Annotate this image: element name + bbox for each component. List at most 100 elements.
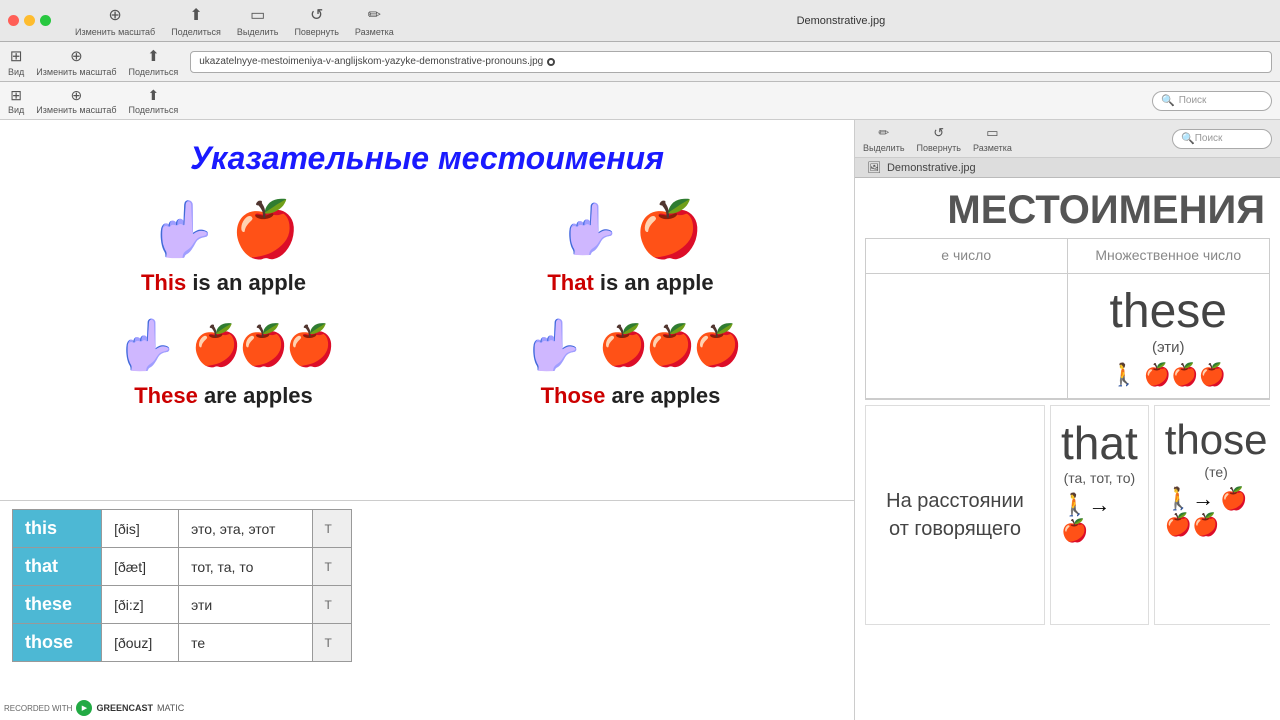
minimize-button[interactable]: [24, 15, 35, 26]
those-phonetic: [ðouz]: [102, 624, 179, 662]
that-large-word: that: [1061, 416, 1138, 470]
hand-pointer-those: 👆: [522, 316, 584, 375]
pronoun-table: this [ðis] это, эта, этот T that [ðæt] т…: [12, 509, 352, 662]
table-row: those [ðouz] те T: [13, 624, 352, 662]
right-markup-button[interactable]: ▭ Разметка: [973, 125, 1012, 153]
url-bar[interactable]: ukazatelnyye-mestoimeniya-v-anglijskom-y…: [190, 51, 1272, 73]
third-toolbar: ⊞ Вид ⊕ Изменить масштаб ⬆ Поделиться 🔍 …: [0, 82, 1280, 120]
zoom3-button[interactable]: ⊕ Изменить масштаб: [36, 87, 116, 115]
singular-header-cell: е число: [866, 239, 1068, 274]
select-button[interactable]: ▭ Выделить: [237, 5, 279, 37]
those-russian: те: [179, 624, 312, 662]
bottom-right-area: На расстоянии от говорящего that (та, то…: [865, 405, 1270, 625]
this-right-cell: [866, 274, 1068, 399]
this-rest: is an apple: [192, 270, 306, 295]
zoom2-button[interactable]: ⊕ Изменить масштаб: [36, 47, 116, 77]
window-controls[interactable]: [8, 15, 51, 26]
these-word: These: [134, 383, 198, 408]
right-select-icon: ✏: [878, 125, 889, 141]
zoom-button[interactable]: ⊕ Изменить масштаб: [75, 5, 155, 37]
this-abbr: T: [312, 510, 351, 548]
markup-button[interactable]: ✏ Разметка: [355, 5, 394, 37]
image-title: Указательные местоимения: [190, 140, 664, 177]
those-translation: (те): [1204, 464, 1227, 480]
share2-button[interactable]: ⬆ Поделиться: [129, 47, 179, 77]
view3-button[interactable]: ⊞ Вид: [8, 87, 24, 115]
these-rest: are apples: [204, 383, 313, 408]
window-title: Demonstrative.jpg: [410, 15, 1272, 27]
those-figure: 🚶→ 🍎🍎🍎: [1165, 486, 1268, 538]
right-toolbar: ✏ Выделить ↺ Повернуть ▭ Разметка 🔍 Поис…: [855, 120, 1280, 158]
share-button[interactable]: ⬆ Поделиться: [171, 5, 221, 37]
file-tab: 🖼 Demonstrative.jpg: [855, 158, 1280, 178]
cursor-indicator: [547, 58, 555, 66]
right-search-placeholder: Поиск: [1195, 133, 1223, 144]
rotate-button[interactable]: ↺ Повернуть: [294, 5, 338, 37]
plural-header-cell: Множественное число: [1068, 239, 1270, 274]
these-large-word: these: [1110, 284, 1227, 339]
search-icon: 🔍: [1161, 94, 1175, 107]
maximize-button[interactable]: [40, 15, 51, 26]
plural-label: Множественное число: [1095, 247, 1241, 263]
table-row: this [ðis] это, эта, этот T: [13, 510, 352, 548]
view-button[interactable]: ⊞ Вид: [8, 47, 24, 77]
share2-icon: ⬆: [147, 47, 160, 65]
those-caption: Those are apples: [541, 383, 721, 409]
file-icon: 🖼: [867, 161, 881, 174]
image-content: Указательные местоимения 👆 🍎 This is an …: [0, 120, 854, 500]
right-header: МЕСТОИМЕНИЯ: [860, 183, 1275, 238]
right-select-label: Выделить: [863, 143, 905, 153]
those-large-word: those: [1165, 416, 1268, 464]
main-content: Указательные местоимения 👆 🍎 This is an …: [0, 120, 1280, 720]
those-rest: are apples: [612, 383, 721, 408]
bottom-table-area: this [ðis] это, эта, этот T that [ðæt] т…: [0, 500, 854, 720]
these-translation: (эти): [1152, 339, 1185, 356]
apple-that: 🍎: [635, 197, 703, 262]
singular-label: е число: [941, 247, 991, 263]
right-markup-icon: ▭: [986, 125, 998, 141]
zoom3-icon: ⊕: [71, 87, 83, 104]
table-row: these [ði:z] эти T: [13, 586, 352, 624]
example-those: 👆 🍎🍎🍎 Those are apples: [437, 316, 824, 409]
those-word: Those: [541, 383, 606, 408]
those-abbr: T: [312, 624, 351, 662]
search-placeholder: Поиск: [1179, 95, 1207, 106]
that-word: That: [547, 270, 593, 295]
example-that: 👆 🍎 That is an apple: [437, 197, 824, 296]
these-russian: эти: [179, 586, 312, 624]
right-select-button[interactable]: ✏ Выделить: [863, 125, 905, 153]
that-abbr: T: [312, 548, 351, 586]
that-phonetic: [ðæt]: [102, 548, 179, 586]
these-caption: These are apples: [134, 383, 313, 409]
this-visual: 👆 🍎: [148, 197, 300, 262]
right-search-bar[interactable]: 🔍 Поиск: [1172, 129, 1272, 149]
example-this: 👆 🍎 This is an apple: [30, 197, 417, 296]
that-visual: 👆 🍎: [558, 197, 704, 262]
share3-button[interactable]: ⬆ Поделиться: [129, 87, 179, 115]
close-button[interactable]: [8, 15, 19, 26]
this-word: This: [141, 270, 186, 295]
that-caption: That is an apple: [547, 270, 713, 296]
right-image-content: МЕСТОИМЕНИЯ е число Множественное число: [855, 178, 1280, 720]
right-rotate-button[interactable]: ↺ Повернуть: [917, 125, 961, 153]
url-text: ukazatelnyye-mestoimeniya-v-anglijskom-y…: [199, 56, 543, 67]
greencast-brand: GREENCAST: [96, 703, 153, 713]
hand-pointer-this: 👆: [148, 197, 216, 262]
share-icon: ⬆: [189, 5, 202, 25]
examples-grid: 👆 🍎 This is an apple 👆 🍎 That: [30, 197, 824, 409]
this-russian: это, эта, этот: [179, 510, 312, 548]
select-icon: ▭: [250, 5, 265, 25]
these-abbr: T: [312, 586, 351, 624]
share3-icon: ⬆: [147, 87, 159, 104]
these-right-cell: these (эти) 🚶 🍎🍎🍎: [1068, 274, 1270, 399]
these-cell: these: [13, 586, 102, 624]
right-search-icon: 🔍: [1181, 132, 1195, 145]
these-phonetic: [ði:z]: [102, 586, 179, 624]
that-right-cell: that (та, тот, то) 🚶→ 🍎: [1050, 405, 1149, 625]
this-phonetic: [ðis]: [102, 510, 179, 548]
search-bar[interactable]: 🔍 Поиск: [1152, 91, 1272, 111]
top-toolbar: ⊕ Изменить масштаб ⬆ Поделиться ▭ Выдели…: [0, 0, 1280, 42]
right-markup-label: Разметка: [973, 143, 1012, 153]
rotate-icon: ↺: [310, 5, 323, 25]
greencast-icon: ▶: [82, 704, 87, 712]
